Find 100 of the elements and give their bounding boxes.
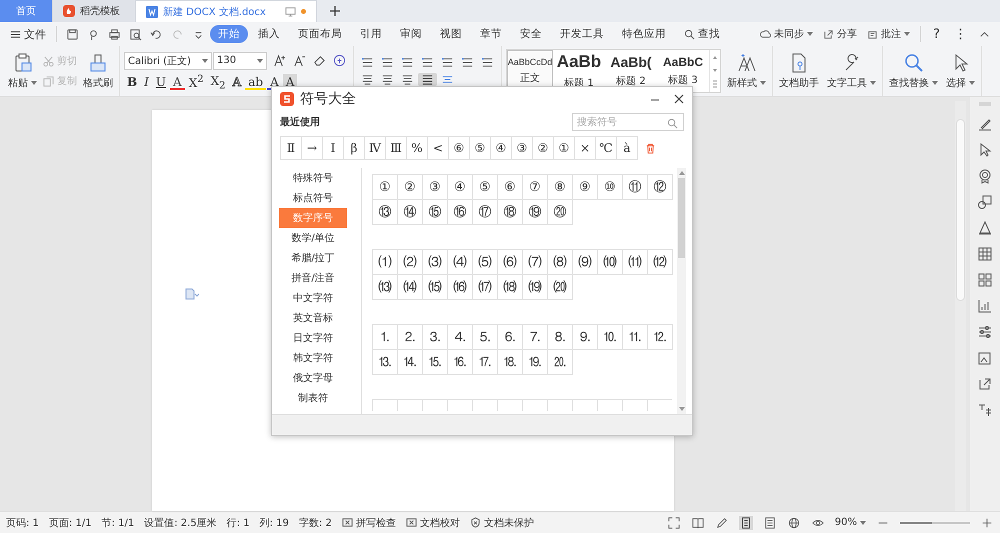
symbol-cell[interactable]: ① [372, 174, 398, 200]
category-item[interactable]: 标点符号 [279, 188, 347, 208]
symbol-cell[interactable]: ⒒ [622, 324, 648, 350]
gallery-scroll-icon[interactable] [709, 50, 720, 92]
justify-icon[interactable] [418, 73, 437, 86]
symbol-cell[interactable]: ⒈ [372, 324, 398, 350]
symbol-cell[interactable]: ⑽ [597, 249, 623, 275]
recent-symbol[interactable]: β [343, 136, 365, 160]
more-button[interactable]: ⋮ [948, 26, 973, 42]
category-item[interactable]: 特殊符号 [279, 168, 347, 188]
grid-icon[interactable] [977, 272, 993, 288]
vertical-scrollbar[interactable] [955, 101, 966, 511]
symbol-cell[interactable]: ⑪ [622, 174, 648, 200]
script-button[interactable]: X$^{2}$ [186, 74, 207, 90]
text-tools-button[interactable]: 文字工具 [825, 52, 878, 90]
scroll-thumb[interactable] [956, 119, 965, 301]
symbol-cell[interactable]: ⑿ [647, 249, 673, 275]
ribbon-tab[interactable]: 章节 [472, 25, 510, 43]
font-size-dropdown[interactable]: 130 [213, 52, 267, 70]
recent-symbol[interactable]: ④ [490, 136, 512, 160]
ribbon-tab[interactable]: 审阅 [392, 25, 430, 43]
scroll-down-icon[interactable] [678, 407, 684, 411]
category-item[interactable]: 日文字符 [279, 328, 347, 348]
delete-icon[interactable] [645, 142, 656, 154]
highlight-button[interactable]: ab [245, 74, 266, 90]
find-command[interactable]: 查找 [676, 25, 728, 43]
chart-icon[interactable] [977, 298, 993, 314]
search-icon[interactable] [667, 118, 678, 129]
category-item[interactable]: 制表符 [279, 388, 347, 408]
underline-button[interactable]: U [152, 74, 170, 90]
sync-button[interactable]: 未同步 [756, 27, 818, 41]
new-style-button[interactable]: 新样式 [725, 52, 768, 90]
ribbon-tab[interactable]: 视图 [432, 25, 470, 43]
image-icon[interactable] [977, 350, 993, 366]
pen-icon[interactable] [714, 516, 729, 530]
monitor-icon[interactable] [285, 6, 296, 17]
recent-symbol[interactable]: × [574, 136, 596, 160]
recent-symbol[interactable]: ③ [511, 136, 533, 160]
comment-button[interactable]: 批注 [863, 27, 914, 41]
symbol-cell[interactable]: ⑩ [597, 174, 623, 200]
recent-symbol[interactable]: ⑥ [448, 136, 470, 160]
close-icon[interactable] [674, 94, 684, 104]
help-button[interactable]: ? [927, 26, 946, 42]
format-painter-button[interactable]: 格式刷 [81, 52, 115, 90]
symbol-cell[interactable]: ⒐ [572, 324, 598, 350]
new-tab-icon[interactable] [329, 5, 341, 17]
ribbon-tab[interactable]: 引用 [352, 25, 390, 43]
symbol-cell[interactable]: ⒇ [547, 274, 573, 300]
globe-icon[interactable] [786, 516, 801, 530]
symbol-cell[interactable]: ⒛ [547, 349, 573, 375]
sliders-icon[interactable] [977, 324, 993, 340]
book-icon[interactable] [690, 516, 705, 530]
bold-button[interactable]: B [124, 74, 140, 90]
symbol-cell[interactable]: ⑳ [547, 199, 573, 225]
badge-icon[interactable] [977, 168, 993, 184]
symbol-cell[interactable]: ⒀ [372, 274, 398, 300]
symbol-cell[interactable]: ⑬ [372, 199, 398, 225]
file-menu[interactable]: 文件 [6, 26, 50, 42]
recent-symbol[interactable]: Ⅰ [322, 136, 344, 160]
category-item[interactable]: 拼音/注音 [279, 268, 347, 288]
symbol-cell[interactable]: ⑨ [572, 174, 598, 200]
category-item[interactable]: 英文音标 [279, 308, 347, 328]
paste-button[interactable]: 粘贴 [6, 52, 39, 90]
document-tab[interactable]: 新建 DOCX 文档.docx [136, 0, 317, 22]
recent-symbol[interactable]: ① [553, 136, 575, 160]
select-button[interactable]: 选择 [944, 52, 977, 90]
symbol-cell[interactable]: ⑴ [372, 249, 398, 275]
style-preset[interactable]: AaBb( 标题 2 [605, 50, 657, 92]
italic-button[interactable]: I [141, 74, 152, 90]
spell-check-button[interactable]: 拼写检查 [342, 516, 396, 530]
style-preset[interactable]: AaBbC 标题 3 [657, 50, 709, 92]
font-dropdown[interactable]: Calibri (正文) [124, 52, 212, 70]
find-replace-button[interactable]: 查找替换 [887, 52, 940, 90]
recent-symbol[interactable]: Ⅳ [364, 136, 386, 160]
recent-symbol[interactable]: ② [532, 136, 554, 160]
zoom-dropdown[interactable]: 90% [834, 517, 866, 528]
ribbon-tab[interactable]: 安全 [512, 25, 550, 43]
recent-symbol[interactable]: ℃ [595, 136, 617, 160]
category-item[interactable]: 俄文字母 [279, 368, 347, 388]
outline-view-icon[interactable] [762, 516, 777, 530]
list-scrollbar[interactable] [677, 168, 686, 414]
category-item[interactable]: 中文字符 [279, 288, 347, 308]
text-effect-button[interactable]: A [230, 74, 244, 90]
symbol-cell[interactable]: ⑫ [647, 174, 673, 200]
symbol-cell[interactable]: ⒔ [372, 349, 398, 375]
recent-symbol[interactable]: Ⅱ [280, 136, 302, 160]
recent-symbol[interactable]: Ⅲ [385, 136, 407, 160]
table-icon[interactable] [977, 246, 993, 262]
search-field[interactable]: 搜索符号 [572, 113, 684, 131]
symbol-cell[interactable]: ⒑ [597, 324, 623, 350]
document-tab[interactable]: 稻壳模板 [53, 0, 136, 22]
symbol-cell[interactable]: ⒓ [647, 324, 673, 350]
category-item[interactable]: 希腊/拉丁 [279, 248, 347, 268]
category-item[interactable]: 韩文字符 [279, 348, 347, 368]
share-icon[interactable] [977, 376, 993, 392]
recent-symbol[interactable]: < [427, 136, 449, 160]
script-button[interactable]: X$_{2}$ [208, 74, 229, 90]
recent-symbol[interactable]: ⑤ [469, 136, 491, 160]
drag-handle-icon[interactable] [979, 102, 991, 106]
ribbon-tab[interactable]: 插入 [250, 25, 288, 43]
